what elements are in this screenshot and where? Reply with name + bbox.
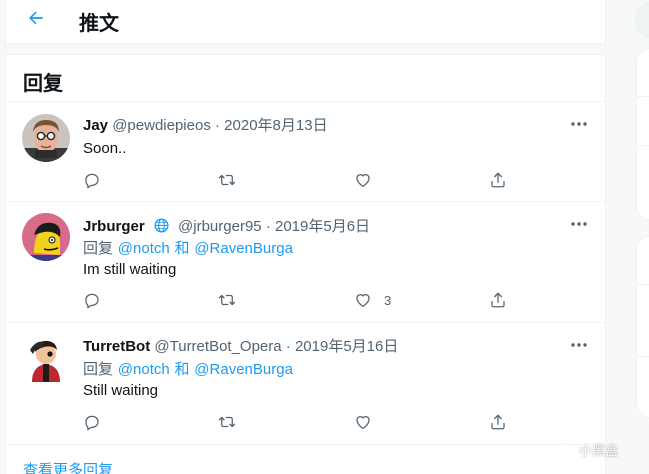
divider [636,145,649,146]
share-icon [491,172,505,188]
reply-button[interactable] [83,168,101,192]
divider [636,96,649,97]
retweet-icon [218,294,236,306]
header: 推文 [6,0,605,38]
share-button[interactable] [489,410,507,434]
tweet-date[interactable]: 2019年5月6日 [275,218,370,235]
tweet-header: Jrburger @jrburger95 · 2019年5月6日 [83,217,370,239]
reply-tweet[interactable]: TurretBot @TurretBot_Opera · 2019年5月16日 … [6,323,605,445]
reply-icon [85,415,99,431]
conjunction: 和 [174,361,190,378]
avatar[interactable] [22,213,70,261]
show-more-replies-link[interactable]: 查看更多回复 [23,459,113,474]
separator-dot: · [265,218,271,235]
retweet-icon [218,416,236,428]
replies-heading: 回复 [23,71,63,95]
tweet-text: Im still waiting [83,261,177,278]
share-icon [491,292,505,308]
like-icon [356,294,370,308]
tweet-actions: 3 [6,288,605,312]
more-button[interactable] [569,337,589,353]
retweet-icon [218,174,236,186]
watermark-text: 小黑盒 [579,444,619,459]
retweet-button[interactable] [218,168,236,192]
reply-tweet[interactable]: Jay @pewdiepieos · 2020年8月13日 Soon.. [6,102,605,202]
mention-link[interactable]: @notch [118,240,170,257]
like-count: 3 [384,292,392,308]
sidebar-card [636,236,649,418]
divider [636,356,649,357]
more-dots-icon [571,122,587,126]
tweet-actions [6,168,605,192]
tweet-text: Still waiting [83,382,159,399]
avatar[interactable] [22,114,70,162]
tweet-date[interactable]: 2020年8月13日 [224,117,327,134]
author-name[interactable]: Jay [83,117,108,134]
author-handle[interactable]: @pewdiepieos [112,117,211,134]
mention-link[interactable]: @RavenBurga [194,361,293,378]
separator-dot: · [215,117,220,134]
watermark-logo-icon [555,441,573,463]
like-icon [356,416,370,430]
right-sidebar-edge [632,0,649,474]
reply-tweet[interactable]: Jrburger @jrburger95 · 2019年5月6日 回复 @not… [6,202,605,323]
tweet-actions [6,410,605,434]
reply-prefix: 回复 [83,239,114,257]
share-button[interactable] [489,168,507,192]
like-icon [356,174,370,188]
replying-to: 回复 @notch 和 @RavenBurga [83,239,293,258]
tweet-header: TurretBot @TurretBot_Opera · 2019年5月16日 [83,338,398,356]
more-dots-icon [571,343,587,347]
sidebar-card [636,48,649,220]
tweet-header: Jay @pewdiepieos · 2020年8月13日 [83,117,328,135]
avatar[interactable] [22,334,70,382]
avatar-image [22,334,70,382]
reply-icon [85,173,99,189]
globe-icon [153,217,170,239]
reply-prefix: 回复 [83,360,114,378]
reply-button[interactable] [83,410,101,434]
like-button[interactable]: 3 [354,288,391,312]
tweet-date[interactable]: 2019年5月16日 [295,338,398,355]
author-name[interactable]: TurretBot [83,338,150,355]
more-button[interactable] [569,116,589,132]
retweet-button[interactable] [218,288,236,312]
separator-dot: · [285,338,291,355]
more-button[interactable] [569,216,589,232]
page-title: 推文 [79,11,119,35]
avatar-image [22,114,70,162]
search-avatar-edge[interactable] [635,0,649,40]
mention-link[interactable]: @RavenBurga [194,240,293,257]
reply-button[interactable] [83,288,101,312]
like-button[interactable] [354,168,372,192]
more-dots-icon [571,222,587,226]
section-separator [6,43,605,55]
share-icon [491,414,505,430]
author-handle[interactable]: @jrburger95 [178,218,262,235]
retweet-button[interactable] [218,410,236,434]
conjunction: 和 [174,240,190,257]
reply-icon [85,293,99,309]
app-frame: 推文 回复 Jay @pewdiepieos · 2020年8月13日 Soon… [0,0,649,474]
divider [636,284,649,285]
share-button[interactable] [489,288,507,312]
watermark: 小黑盒 [555,440,618,463]
avatar-image [22,213,70,261]
replying-to: 回复 @notch 和 @RavenBurga [83,360,293,379]
tweet-text: Soon.. [83,140,127,157]
author-name[interactable]: Jrburger [83,218,145,235]
like-button[interactable] [354,410,372,434]
mention-link[interactable]: @notch [118,361,170,378]
main-column: 推文 回复 Jay @pewdiepieos · 2020年8月13日 Soon… [5,0,606,474]
back-button[interactable] [24,6,48,30]
back-arrow-icon [29,11,43,25]
author-handle[interactable]: @TurretBot_Opera [154,338,281,355]
